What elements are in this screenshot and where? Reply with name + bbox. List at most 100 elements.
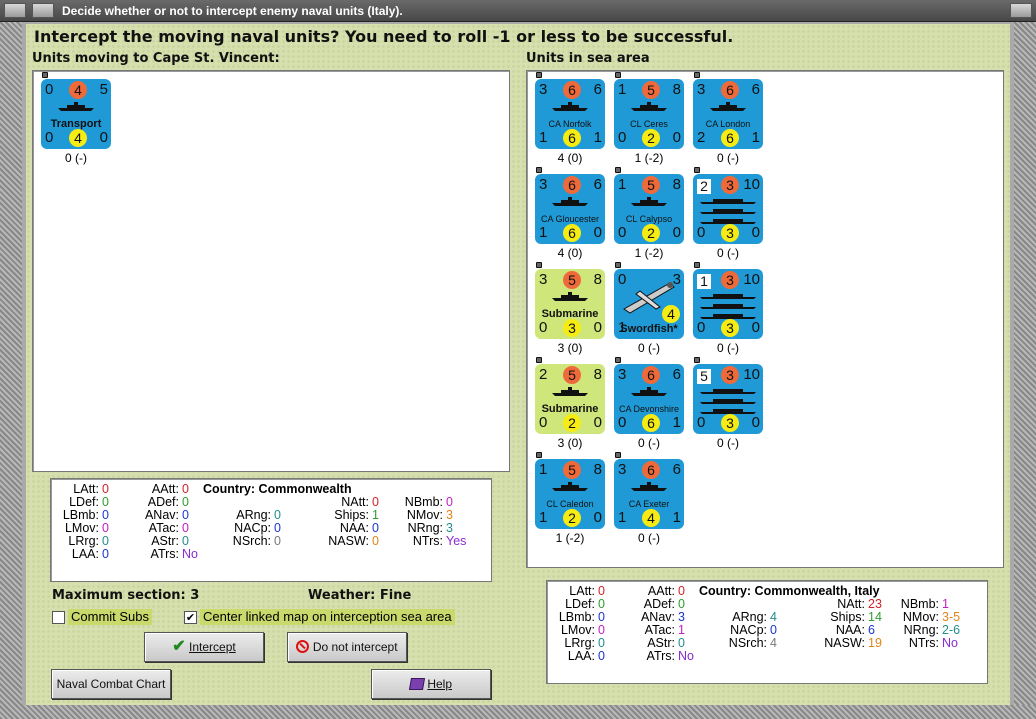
stat-nsrch-label: NSrch:: [728, 636, 767, 650]
stat-nsrch-label: NSrch:: [232, 534, 271, 548]
unit-marker-icon: [536, 357, 542, 363]
naval-unit-counter[interactable]: 1 3 10 0 3 0: [693, 269, 763, 339]
counter-bottom-left-value: 1: [618, 509, 627, 526]
naval-unit-counter[interactable]: 3 6 6 1 4 1 CA Exeter: [614, 459, 684, 529]
counter-unit-name: Transport: [50, 118, 102, 130]
unit-marker-icon: [615, 72, 621, 78]
maximum-section-label: Maximum section: 3: [52, 588, 200, 603]
counter-attack-value: 6: [563, 176, 581, 194]
naval-unit-counter[interactable]: 5 3 10 0 3 0: [693, 364, 763, 434]
counter-bottom-right-value: 0: [751, 319, 760, 336]
intercept-label: Intercept: [189, 640, 236, 654]
counter-bottom-left-value: 0: [618, 129, 627, 146]
sea-units-panel: 3 6 6 1 6 1 CA Norfolk 4 (0) 1 5 8 0 2 0 CL Ceres 1 (-2…: [526, 70, 1004, 568]
moving-stats-panel: Country: Commonwealth LAtt: 0 LDef: 0 LBmb: 0 L…: [50, 478, 492, 582]
stat-nasw-value: 19: [868, 636, 882, 650]
counter-caption: 4 (0): [557, 246, 583, 260]
system-menu-button[interactable]: [4, 3, 26, 18]
counter-top-right-value: 6: [672, 366, 681, 383]
naval-unit-counter[interactable]: 3 6 6 1 6 1 CA Norfolk: [535, 79, 605, 149]
naval-combat-chart-button[interactable]: Naval Combat Chart: [51, 669, 171, 699]
counter-caption: 1 (-2): [634, 246, 664, 260]
weather-label: Weather: Fine: [308, 588, 412, 603]
counter-bottom-right-value: 0: [672, 224, 681, 241]
stat-nasw-label: NASW:: [328, 534, 369, 548]
naval-unit-counter[interactable]: 2 3 10 0 3 0: [693, 174, 763, 244]
counter-attack-value: 3: [721, 176, 739, 194]
counter-bottom-left-value: 0: [539, 319, 548, 336]
counter-bottom-right-value: 1: [672, 509, 681, 526]
center-map-label[interactable]: Center linked map on interception sea ar…: [200, 609, 455, 625]
naval-unit-counter[interactable]: 3 6 6 2 6 1 CA London: [693, 79, 763, 149]
counter-top-right-value: 6: [593, 176, 602, 193]
naval-unit-counter[interactable]: 1 5 8 1 2 0 CL Caledon: [535, 459, 605, 529]
counter-bottom-right-value: 1: [672, 414, 681, 431]
counter-attack-value: 5: [563, 366, 581, 384]
unit-marker-icon: [615, 452, 621, 458]
stat-ntrs-label: NTrs:: [412, 534, 443, 548]
close-button[interactable]: [1010, 3, 1032, 18]
counter-caption: 4 (0): [557, 151, 583, 165]
window-frame-bottom: [0, 705, 1036, 719]
naval-unit-counter[interactable]: 3 6 6 1 6 0 CA Gloucester: [535, 174, 605, 244]
counter-caption: 0 (-): [638, 436, 660, 450]
counter-caption: 0 (-): [717, 341, 739, 355]
stat-nasw-value: 0: [372, 534, 379, 548]
counter-top-left-value: 1: [539, 461, 548, 478]
counter-bottom-left-value: 0: [697, 414, 706, 431]
stat-atrs-value: No: [678, 649, 694, 663]
commit-subs-label[interactable]: Commit Subs: [68, 609, 153, 625]
counter-top-left-value: 3: [539, 81, 548, 98]
naval-unit-counter[interactable]: 3 6 6 0 6 1 CA Devonshire: [614, 364, 684, 434]
counter-bottom-right-value: 0: [751, 414, 760, 431]
counter-top-left-value: 3: [618, 366, 627, 383]
counter-top-left-value: 3: [697, 81, 706, 98]
moving-units-header: Units moving to Cape St. Vincent:: [32, 51, 280, 66]
counter-top-right-value: 8: [672, 81, 681, 98]
counter-bottom-left-value: 1: [539, 509, 548, 526]
naval-unit-counter[interactable]: 0 3 1 4 Swordfish*: [614, 269, 684, 339]
counter-top-right-value: 8: [593, 461, 602, 478]
counter-bottom-left-value: 0: [539, 414, 548, 431]
help-button[interactable]: Help: [371, 669, 491, 699]
counter-movement-value: 3: [721, 224, 739, 242]
dialog-body: Intercept the moving naval units? You ne…: [26, 24, 1010, 705]
naval-unit-counter[interactable]: 0 4 5 0 4 0 Transport: [41, 79, 111, 149]
naval-combat-chart-label: Naval Combat Chart: [56, 677, 166, 691]
commit-subs-checkbox[interactable]: [52, 611, 65, 624]
stat-atrs-label: ATrs:: [150, 547, 179, 561]
naval-unit-counter[interactable]: 2 5 8 0 2 0 Submarine: [535, 364, 605, 434]
unit-marker-icon: [615, 167, 621, 173]
naval-unit-counter[interactable]: 3 5 8 0 3 0 Submarine: [535, 269, 605, 339]
window-frame-right: [1014, 22, 1036, 719]
unit-marker-icon: [536, 262, 542, 268]
intercept-button[interactable]: ✔ Intercept: [144, 632, 264, 662]
counter-top-right-value: 6: [593, 81, 602, 98]
counter-unit-name: CA Gloucester: [540, 214, 600, 224]
counter-unit-name: Swordfish*: [620, 323, 678, 335]
unit-marker-icon: [615, 357, 621, 363]
counter-top-right-value: 6: [751, 81, 760, 98]
unit-marker-icon: [536, 167, 542, 173]
counter-bottom-left-value: 0: [45, 129, 54, 146]
counter-attack-value: 6: [721, 81, 739, 99]
help-label: Help: [427, 677, 453, 691]
counter-top-left-value: 1: [618, 176, 627, 193]
counter-caption: 3 (0): [557, 341, 583, 355]
unit-marker-icon: [615, 262, 621, 268]
counter-unit-name: Submarine: [541, 403, 599, 415]
center-map-checkbox[interactable]: ✔: [184, 611, 197, 624]
counter-attack-value: 5: [642, 81, 660, 99]
stat-nsrch-value: 0: [274, 534, 281, 548]
do-not-intercept-button[interactable]: Do not intercept: [287, 632, 407, 662]
counter-attack-value: 5: [563, 461, 581, 479]
stat-atrs-label: ATrs:: [646, 649, 675, 663]
counter-unit-name: CA Exeter: [628, 499, 670, 509]
book-icon: [408, 678, 426, 690]
stat-ntrs-label: NTrs:: [908, 636, 939, 650]
naval-unit-counter[interactable]: 1 5 8 0 2 0 CL Calypso: [614, 174, 684, 244]
minimize-button[interactable]: [32, 3, 54, 18]
counter-caption: 0 (-): [638, 531, 660, 545]
naval-unit-counter[interactable]: 1 5 8 0 2 0 CL Ceres: [614, 79, 684, 149]
counter-top-left-value: 2: [697, 179, 711, 194]
